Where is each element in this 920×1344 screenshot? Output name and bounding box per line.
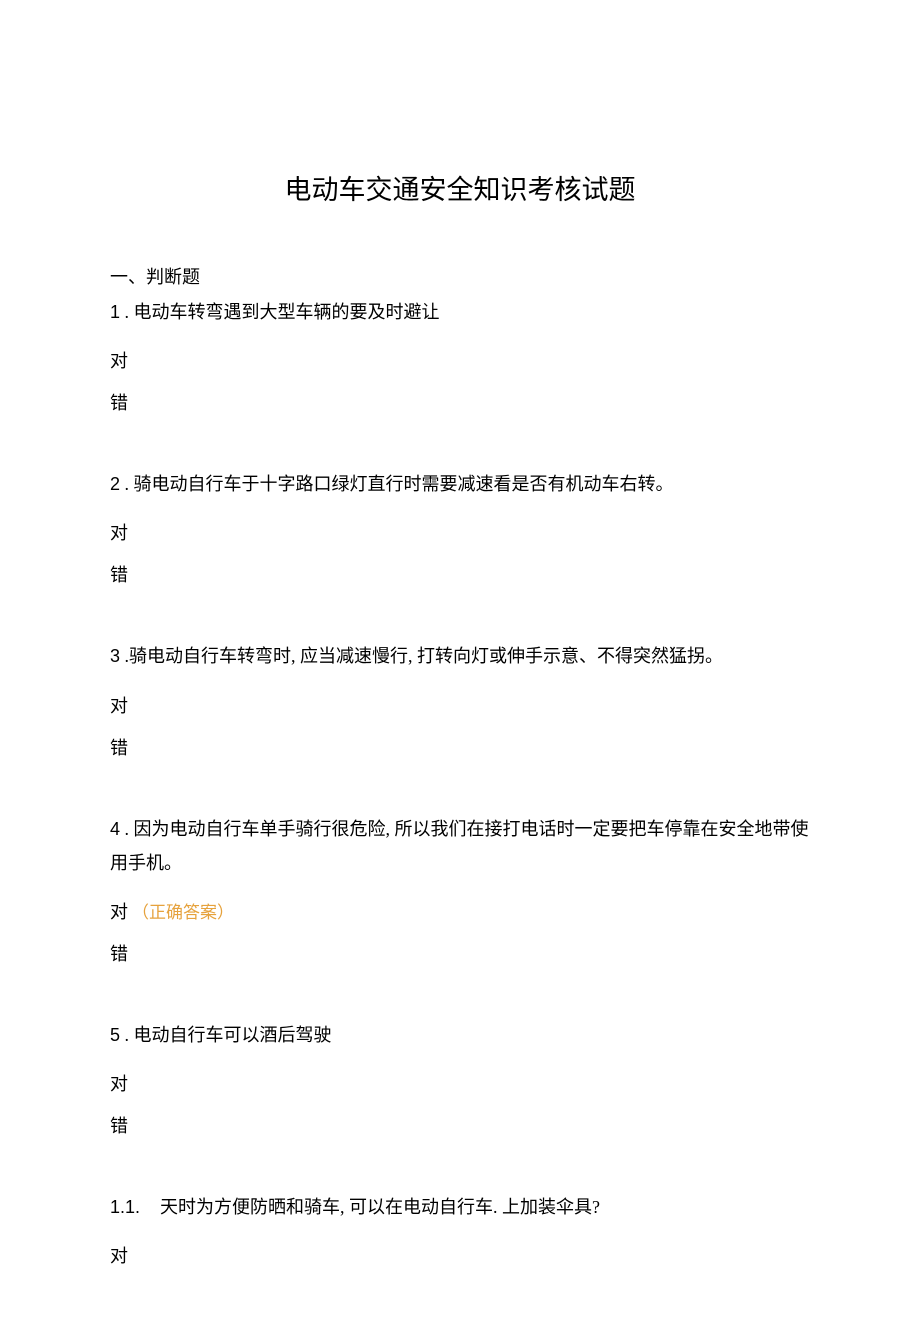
question-5: 5 . 电动自行车可以酒后驾驶 对 错: [110, 1018, 810, 1138]
question-5-body: 电动自行车可以酒后驾驶: [134, 1025, 332, 1045]
question-5-opt1: 对: [110, 1070, 810, 1096]
question-2-body: 骑电动自行车于十字路口绿灯直行时需要减速看是否有机动车右转。: [134, 474, 674, 494]
question-3: 3 .骑电动自行车转弯时, 应当减速慢行, 打转向灯或伸手示意、不得突然猛拐。 …: [110, 639, 810, 759]
question-4-text: 4 . 因为电动自行车单手骑行很危险, 所以我们在接打电话时一定要把车停靠在安全…: [110, 812, 810, 880]
question-1-body: 电动车转弯遇到大型车辆的要及时避让: [134, 302, 440, 322]
question-1: 1 . 电动车转弯遇到大型车辆的要及时避让 对 错: [110, 295, 810, 415]
question-4-opt1-label: 对: [110, 902, 128, 922]
question-4-answer-tag: （正确答案）: [132, 903, 234, 922]
question-2-opt1: 对: [110, 519, 810, 545]
question-6-text: 1.1. 天时为方便防晒和骑车, 可以在电动自行车. 上加装伞具?: [110, 1190, 810, 1224]
question-4-body: 因为电动自行车单手骑行很危险, 所以我们在接打电话时一定要把车停靠在安全地带使用…: [110, 819, 809, 873]
question-6: 1.1. 天时为方便防晒和骑车, 可以在电动自行车. 上加装伞具? 对: [110, 1190, 810, 1268]
question-1-opt2: 错: [110, 389, 810, 415]
question-2-opt2: 错: [110, 561, 810, 587]
question-2-text: 2 . 骑电动自行车于十字路口绿灯直行时需要减速看是否有机动车右转。: [110, 467, 810, 501]
question-3-sep: .: [120, 646, 129, 666]
question-6-body: 天时为方便防晒和骑车, 可以在电动自行车. 上加装伞具?: [160, 1197, 600, 1217]
question-2-num: 2: [110, 474, 120, 494]
question-6-num: 1.1.: [110, 1197, 140, 1217]
question-1-num: 1: [110, 302, 120, 322]
question-4-opt1: 对（正确答案）: [110, 898, 810, 924]
question-6-opt1: 对: [110, 1242, 810, 1268]
question-3-opt2: 错: [110, 734, 810, 760]
question-5-text: 5 . 电动自行车可以酒后驾驶: [110, 1018, 810, 1052]
question-2-sep: .: [120, 474, 134, 494]
section-heading: 一、判断题: [110, 263, 810, 289]
question-4-opt2: 错: [110, 940, 810, 966]
question-4: 4 . 因为电动自行车单手骑行很危险, 所以我们在接打电话时一定要把车停靠在安全…: [110, 812, 810, 966]
question-1-text: 1 . 电动车转弯遇到大型车辆的要及时避让: [110, 295, 810, 329]
question-4-num: 4: [110, 819, 120, 839]
question-3-text: 3 .骑电动自行车转弯时, 应当减速慢行, 打转向灯或伸手示意、不得突然猛拐。: [110, 639, 810, 673]
question-3-body: 骑电动自行车转弯时, 应当减速慢行, 打转向灯或伸手示意、不得突然猛拐。: [129, 646, 723, 666]
question-5-num: 5: [110, 1025, 120, 1045]
question-1-sep: .: [120, 302, 134, 322]
page-title: 电动车交通安全知识考核试题: [110, 168, 810, 207]
question-3-num: 3: [110, 646, 120, 666]
question-3-opt1: 对: [110, 692, 810, 718]
question-4-sep: .: [120, 819, 134, 839]
question-5-sep: .: [120, 1025, 134, 1045]
question-1-opt1: 对: [110, 347, 810, 373]
question-5-opt2: 错: [110, 1112, 810, 1138]
question-2: 2 . 骑电动自行车于十字路口绿灯直行时需要减速看是否有机动车右转。 对 错: [110, 467, 810, 587]
